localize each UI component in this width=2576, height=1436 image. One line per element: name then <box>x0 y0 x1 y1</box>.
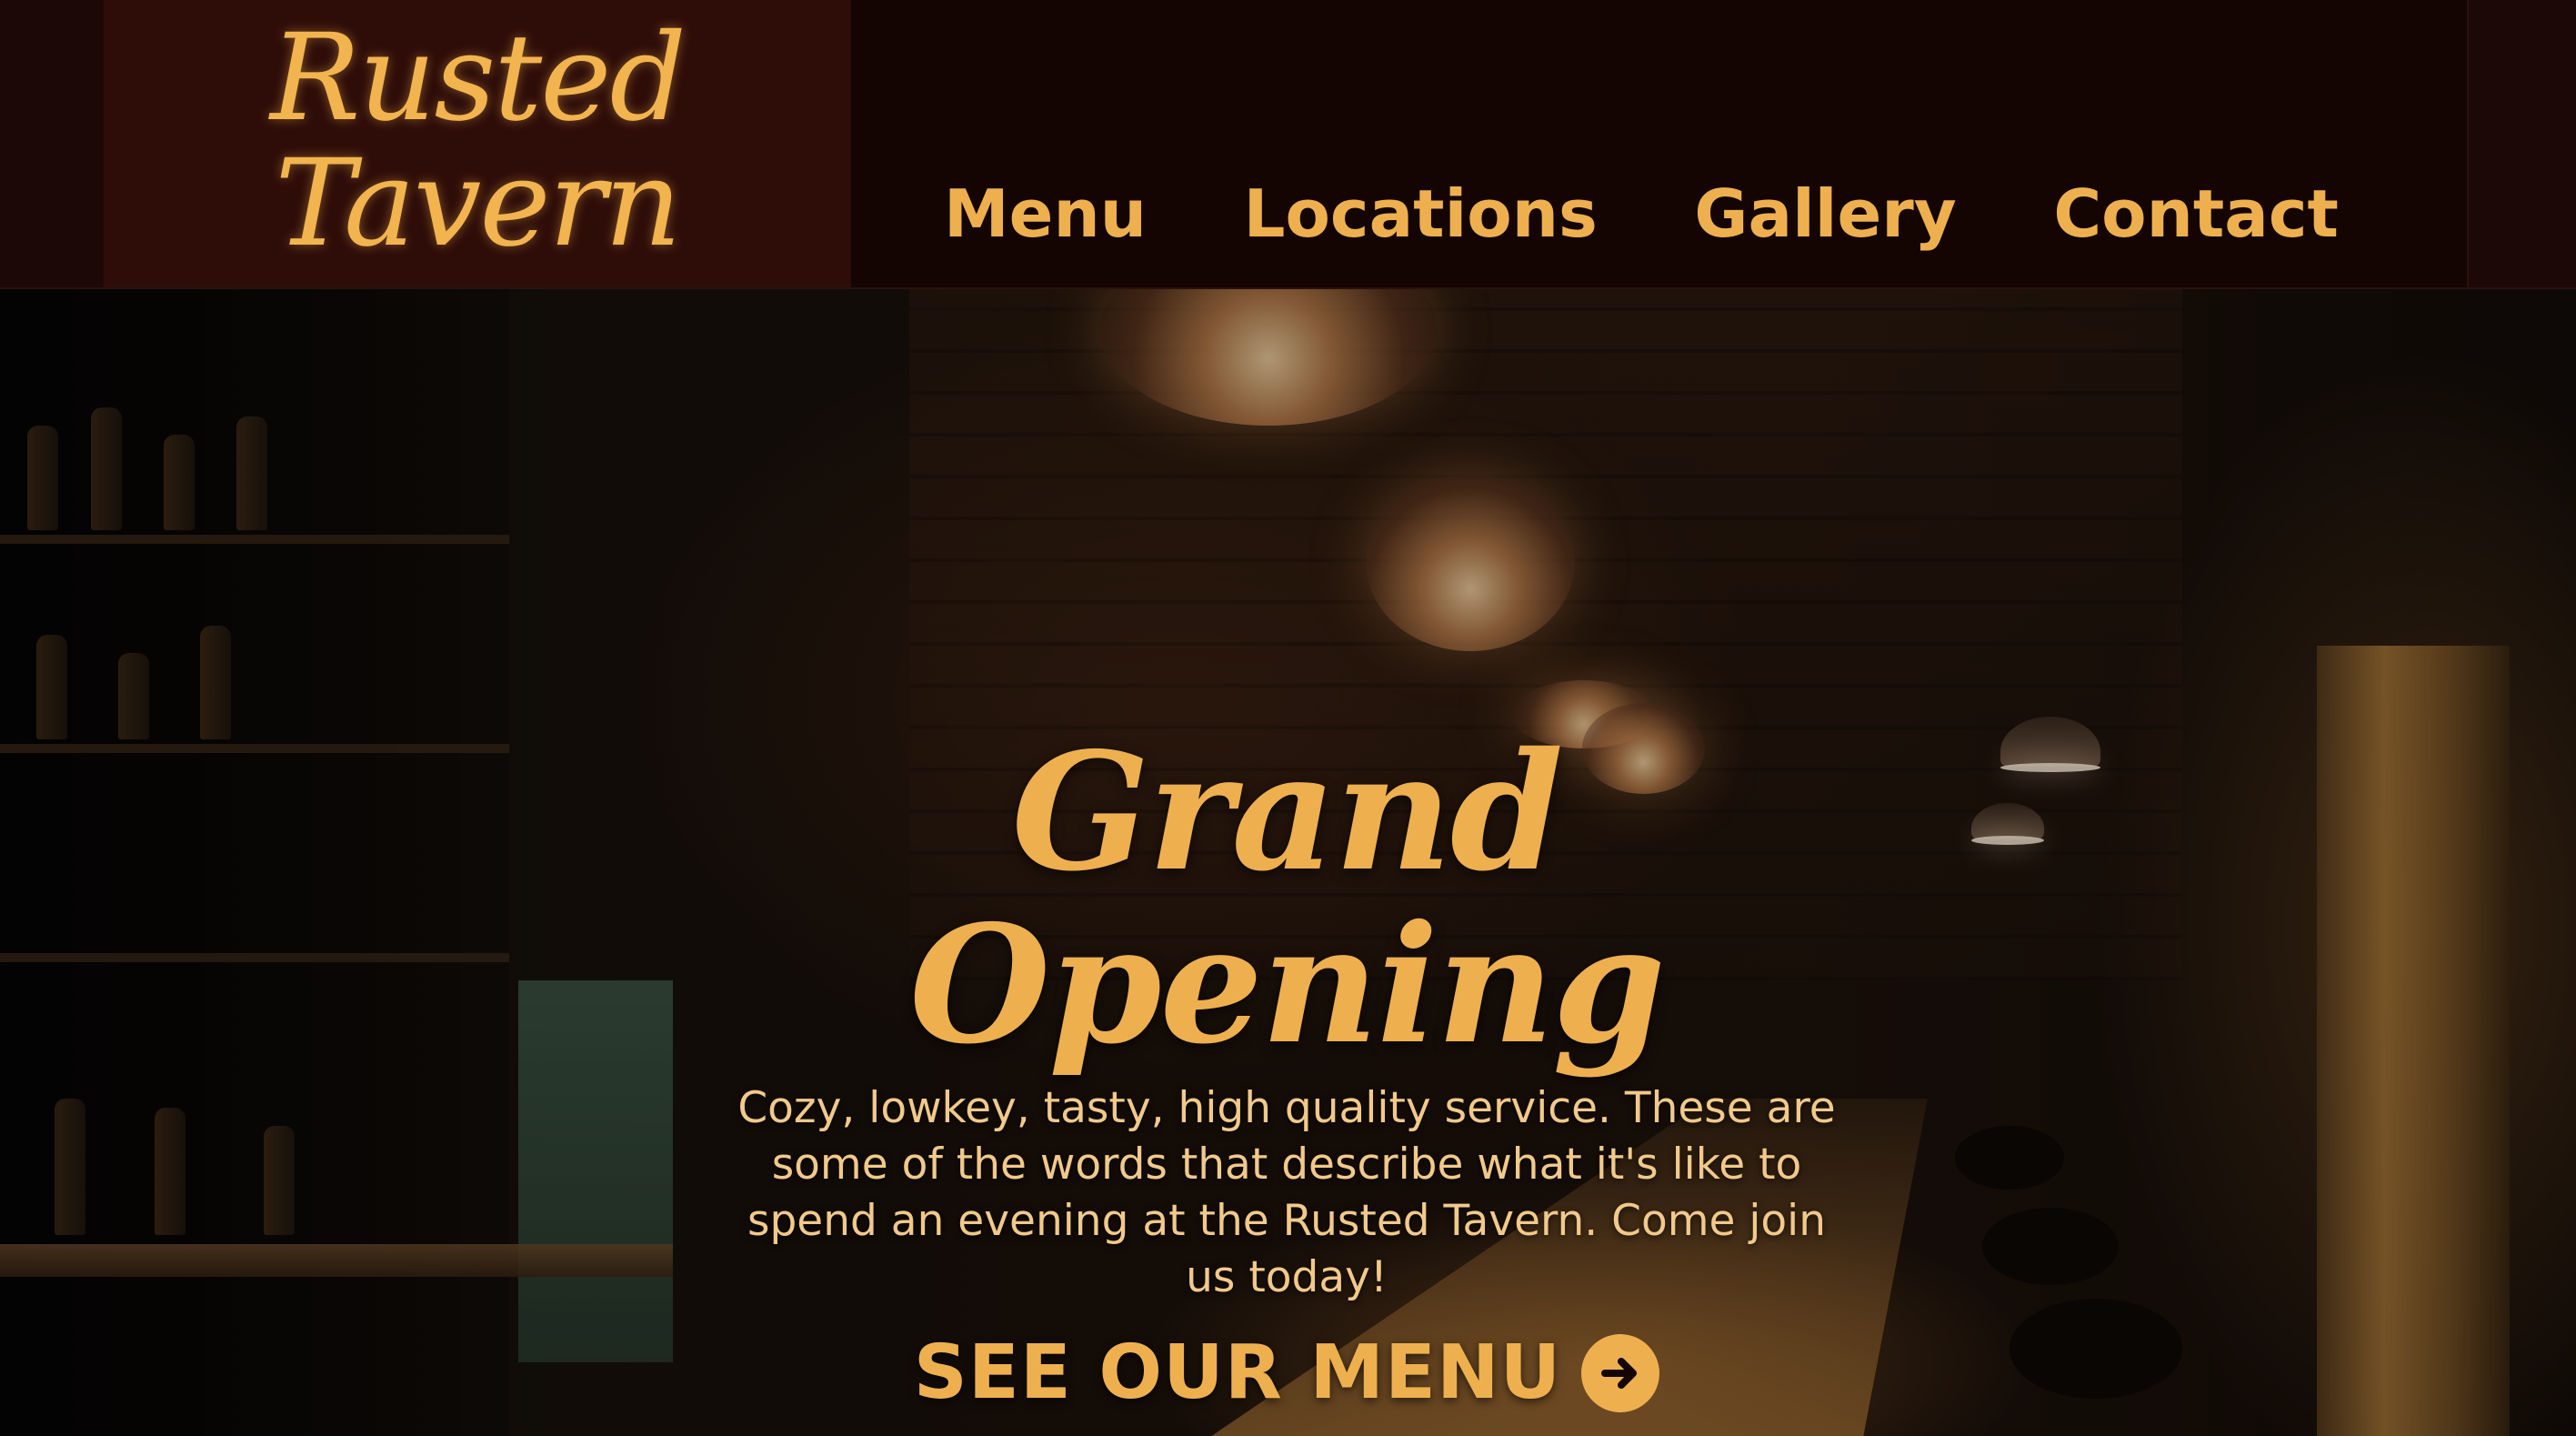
header-right-edge <box>2467 0 2576 287</box>
nav-item-menu[interactable]: Menu <box>909 176 1181 252</box>
hero-section: Grand Opening Cozy, lowkey, tasty, high … <box>0 289 2576 1436</box>
logo-line-1: Rusted <box>270 8 687 148</box>
header-left-edge <box>0 0 104 287</box>
see-menu-label: SEE OUR MENU <box>913 1330 1562 1416</box>
hero-content: Grand Opening Cozy, lowkey, tasty, high … <box>636 717 1937 1417</box>
hero-title: Grand Opening <box>909 717 1666 1080</box>
site-logo[interactable]: Rusted Tavern <box>104 0 851 287</box>
nav-item-gallery[interactable]: Gallery <box>1659 176 1990 252</box>
site-header: Rusted Tavern Menu Locations Gallery Con… <box>0 0 2576 289</box>
nav-item-contact[interactable]: Contact <box>2019 176 2373 252</box>
arrow-right-circle-icon <box>1581 1333 1660 1412</box>
see-menu-button[interactable]: SEE OUR MENU <box>913 1330 1660 1416</box>
main-nav: Menu Locations Gallery Contact <box>909 164 2373 264</box>
nav-item-locations[interactable]: Locations <box>1209 176 1632 252</box>
logo-text: Rusted Tavern <box>270 8 687 274</box>
hero-description: Cozy, lowkey, tasty, high quality servic… <box>737 1083 1836 1302</box>
logo-line-2: Tavern <box>275 134 681 274</box>
